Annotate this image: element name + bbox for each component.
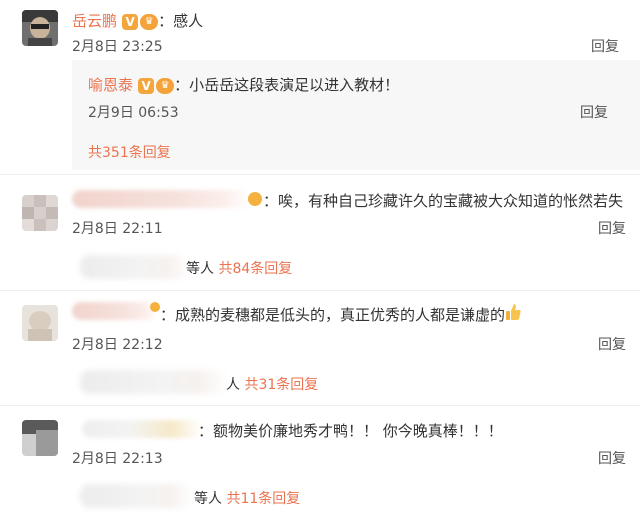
timestamp: 2月8日 22:13 <box>72 451 163 467</box>
comment-header: 岳云鹏 V ♛ ：感人 <box>72 10 203 31</box>
avatar[interactable] <box>22 195 58 231</box>
divider <box>0 174 640 175</box>
sub-replies: 等人 共11条回复 <box>194 488 300 508</box>
verified-v-icon: V <box>122 13 139 30</box>
blurred-replier-names <box>80 484 192 508</box>
divider <box>0 290 640 291</box>
avatar[interactable] <box>22 420 58 456</box>
vip-crown-icon: ♛ <box>140 13 159 30</box>
timestamp: 2月8日 23:25 <box>72 39 163 55</box>
comment-text: ：额物美价廉地秀才鸭！！ 你今晚真棒！！！ <box>198 422 503 440</box>
avatar[interactable] <box>22 305 58 341</box>
nested-username[interactable]: 喻恩泰 <box>88 76 133 94</box>
reply-button[interactable]: 回复 <box>591 36 619 56</box>
comment-text: ：成熟的麦穗都是低头的，真正优秀的人都是谦虚的 <box>160 306 506 324</box>
reply-button[interactable]: 回复 <box>598 334 626 354</box>
vip-crown-icon: ♛ <box>156 77 175 94</box>
vip-crown-icon <box>248 192 262 206</box>
comment-text: ：唉，有种自己珍藏许久的宝藏被大众知道的怅然若失 <box>263 192 624 210</box>
sub-prefix: 等人 <box>194 491 222 507</box>
divider <box>0 405 640 406</box>
reply-button[interactable]: 回复 <box>598 218 626 238</box>
thumbs-up-icon <box>505 303 521 321</box>
username[interactable]: 岳云鹏 <box>72 12 117 30</box>
blurred-username <box>82 420 202 438</box>
blurred-username <box>72 190 250 208</box>
comment-text: ：感人 <box>158 12 204 30</box>
nested-header: 喻恩泰 V ♛ ：小岳岳这段表演足以进入教材！ <box>88 74 399 95</box>
nested-reply-button[interactable]: 回复 <box>580 102 608 122</box>
timestamp: 2月8日 22:12 <box>72 337 163 353</box>
sub-prefix: 等人 <box>186 261 214 277</box>
reply-button[interactable]: 回复 <box>598 448 626 468</box>
sub-prefix: 人 <box>226 377 240 393</box>
blurred-replier-names <box>80 370 228 394</box>
vip-crown-icon <box>150 302 160 312</box>
timestamp: 2月8日 22:11 <box>72 221 163 237</box>
nested-text: ：小岳岳这段表演足以进入教材！ <box>174 76 400 94</box>
more-replies-link[interactable]: 共11条回复 <box>226 491 300 507</box>
sub-replies: 等人 共84条回复 <box>186 258 292 278</box>
avatar[interactable] <box>22 10 58 46</box>
more-replies-link[interactable]: 共31条回复 <box>244 377 318 393</box>
blurred-username <box>72 302 158 320</box>
more-replies-link[interactable]: 共84条回复 <box>218 261 292 277</box>
sub-replies: 人 共31条回复 <box>226 374 318 394</box>
more-replies-link[interactable]: 共351条回复 <box>88 142 171 162</box>
nested-timestamp: 2月9日 06:53 <box>88 105 179 121</box>
blurred-replier-names <box>80 255 190 279</box>
verified-v-icon: V <box>138 77 155 94</box>
